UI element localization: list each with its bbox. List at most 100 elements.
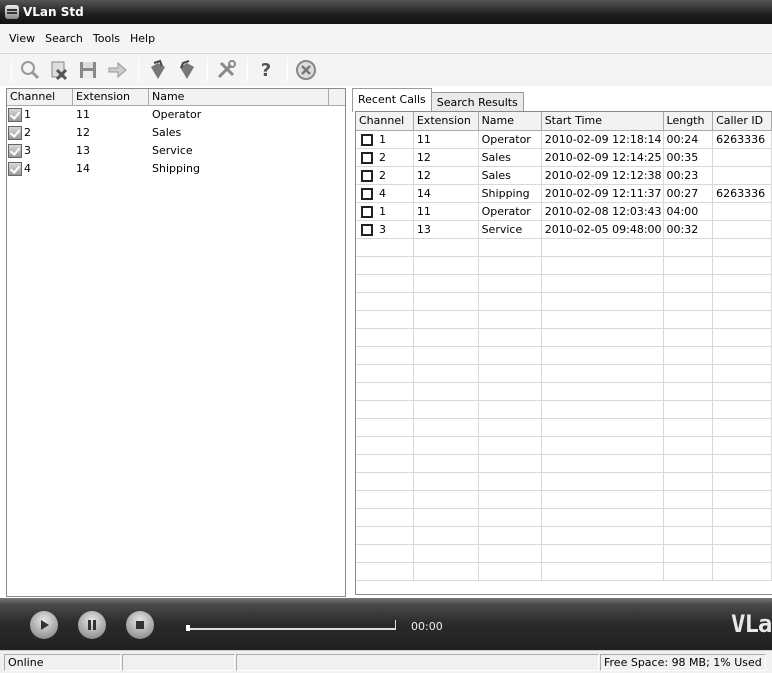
seek-thumb[interactable] <box>186 625 190 631</box>
empty-cell <box>712 292 772 311</box>
empty-cell <box>712 490 772 509</box>
settings-icon[interactable] <box>213 57 239 83</box>
call-row[interactable]: 2 12 Sales 2010-02-09 12:14:25 00:35 <box>356 148 772 167</box>
channel-row[interactable]: 3 13 Service <box>7 142 345 160</box>
import-icon[interactable] <box>173 57 199 83</box>
call-extension: 11 <box>413 130 479 149</box>
search-icon[interactable] <box>17 57 43 83</box>
channel-list-header: Channel Extension Name <box>7 89 345 106</box>
exit-icon[interactable] <box>293 57 319 83</box>
calls-panel: Recent Calls Search Results Channel Exte… <box>352 88 772 597</box>
tab-search-results[interactable]: Search Results <box>430 92 524 112</box>
empty-cell <box>413 526 479 545</box>
export-icon[interactable] <box>144 57 170 83</box>
menu-search[interactable]: Search <box>40 32 88 45</box>
call-row[interactable]: 1 11 Operator 2010-02-09 12:18:14 00:24 62633… <box>356 130 772 149</box>
empty-cell <box>712 256 772 275</box>
column-name[interactable]: Name <box>478 112 542 131</box>
empty-cell <box>413 292 479 311</box>
channel-row[interactable]: 4 14 Shipping <box>7 160 345 178</box>
channel-row[interactable]: 1 11 Operator <box>7 106 345 124</box>
empty-cell <box>663 364 714 383</box>
call-length: 00:24 <box>663 130 714 149</box>
empty-cell <box>663 238 714 257</box>
empty-cell <box>712 400 772 419</box>
call-length: 00:32 <box>663 220 714 239</box>
pause-button[interactable] <box>78 611 106 639</box>
save-icon[interactable] <box>75 57 101 83</box>
empty-row <box>356 400 772 419</box>
call-row[interactable]: 1 11 Operator 2010-02-08 12:03:43 04:00 <box>356 202 772 221</box>
menu-help[interactable]: Help <box>125 32 160 45</box>
menu-view[interactable]: View <box>4 32 40 45</box>
seek-slider[interactable] <box>186 620 396 631</box>
call-caller-id <box>712 166 772 185</box>
empty-cell <box>413 274 479 293</box>
empty-cell <box>478 508 542 527</box>
empty-row <box>356 346 772 365</box>
call-row[interactable]: 3 13 Service 2010-02-05 09:48:00 00:32 <box>356 220 772 239</box>
delete-icon[interactable] <box>46 57 72 83</box>
call-channel: 1 <box>356 130 414 149</box>
empty-row <box>356 508 772 527</box>
empty-cell <box>541 436 664 455</box>
column-extension[interactable]: Extension <box>73 89 149 105</box>
brand-logo: VLa <box>731 610 772 638</box>
empty-cell <box>478 256 542 275</box>
column-extension[interactable]: Extension <box>413 112 479 131</box>
channel-row[interactable]: 2 12 Sales <box>7 124 345 142</box>
empty-cell <box>663 274 714 293</box>
empty-cell <box>478 382 542 401</box>
column-length[interactable]: Length <box>663 112 714 131</box>
call-channel-number: 2 <box>379 168 386 182</box>
toolbar-separator <box>287 58 288 82</box>
empty-cell <box>541 562 664 581</box>
channel-list[interactable]: Channel Extension Name 1 11 Operator 2 1… <box>6 88 346 597</box>
empty-cell <box>356 274 414 293</box>
empty-row <box>356 418 772 437</box>
row-checkbox[interactable] <box>361 223 373 236</box>
column-channel[interactable]: Channel <box>356 112 414 131</box>
play-button[interactable] <box>30 611 58 639</box>
row-checkbox[interactable] <box>361 133 373 146</box>
menu-tools[interactable]: Tools <box>88 32 125 45</box>
row-checkbox[interactable] <box>361 151 373 164</box>
tab-recent-calls[interactable]: Recent Calls <box>352 88 432 112</box>
call-start-time: 2010-02-09 12:12:38 <box>541 166 664 185</box>
call-start-time: 2010-02-09 12:14:25 <box>541 148 664 167</box>
column-start-time[interactable]: Start Time <box>541 112 664 131</box>
call-length: 00:23 <box>663 166 714 185</box>
call-name: Operator <box>478 130 542 149</box>
empty-cell <box>356 292 414 311</box>
call-caller-id <box>712 202 772 221</box>
call-row[interactable]: 4 14 Shipping 2010-02-09 12:11:37 00:27 62633… <box>356 184 772 203</box>
call-row[interactable]: 2 12 Sales 2010-02-09 12:12:38 00:23 <box>356 166 772 185</box>
empty-cell <box>541 238 664 257</box>
stop-button[interactable] <box>126 611 154 639</box>
call-caller-id <box>712 220 772 239</box>
empty-cell <box>712 418 772 437</box>
checked-icon[interactable] <box>8 144 22 158</box>
empty-cell <box>712 310 772 329</box>
help-icon[interactable]: ? <box>253 57 279 83</box>
checked-icon[interactable] <box>8 162 22 176</box>
call-start-time: 2010-02-08 12:03:43 <box>541 202 664 221</box>
row-checkbox[interactable] <box>361 187 373 200</box>
calls-grid[interactable]: Channel Extension Name Start Time Length… <box>355 111 772 595</box>
row-checkbox[interactable] <box>361 169 373 182</box>
calls-header: Channel Extension Name Start Time Length… <box>356 112 772 131</box>
checked-icon[interactable] <box>8 108 22 122</box>
checked-icon[interactable] <box>8 126 22 140</box>
call-channel: 4 <box>356 184 414 203</box>
forward-icon[interactable] <box>104 57 130 83</box>
empty-row <box>356 328 772 347</box>
empty-row <box>356 454 772 473</box>
call-start-time: 2010-02-09 12:11:37 <box>541 184 664 203</box>
column-channel[interactable]: Channel <box>7 89 73 105</box>
help-glyph: ? <box>260 59 272 81</box>
column-name[interactable]: Name <box>149 89 329 105</box>
channel-name: Operator <box>152 108 202 121</box>
row-checkbox[interactable] <box>361 205 373 218</box>
column-caller-id[interactable]: Caller ID <box>712 112 772 131</box>
empty-cell <box>541 328 664 347</box>
